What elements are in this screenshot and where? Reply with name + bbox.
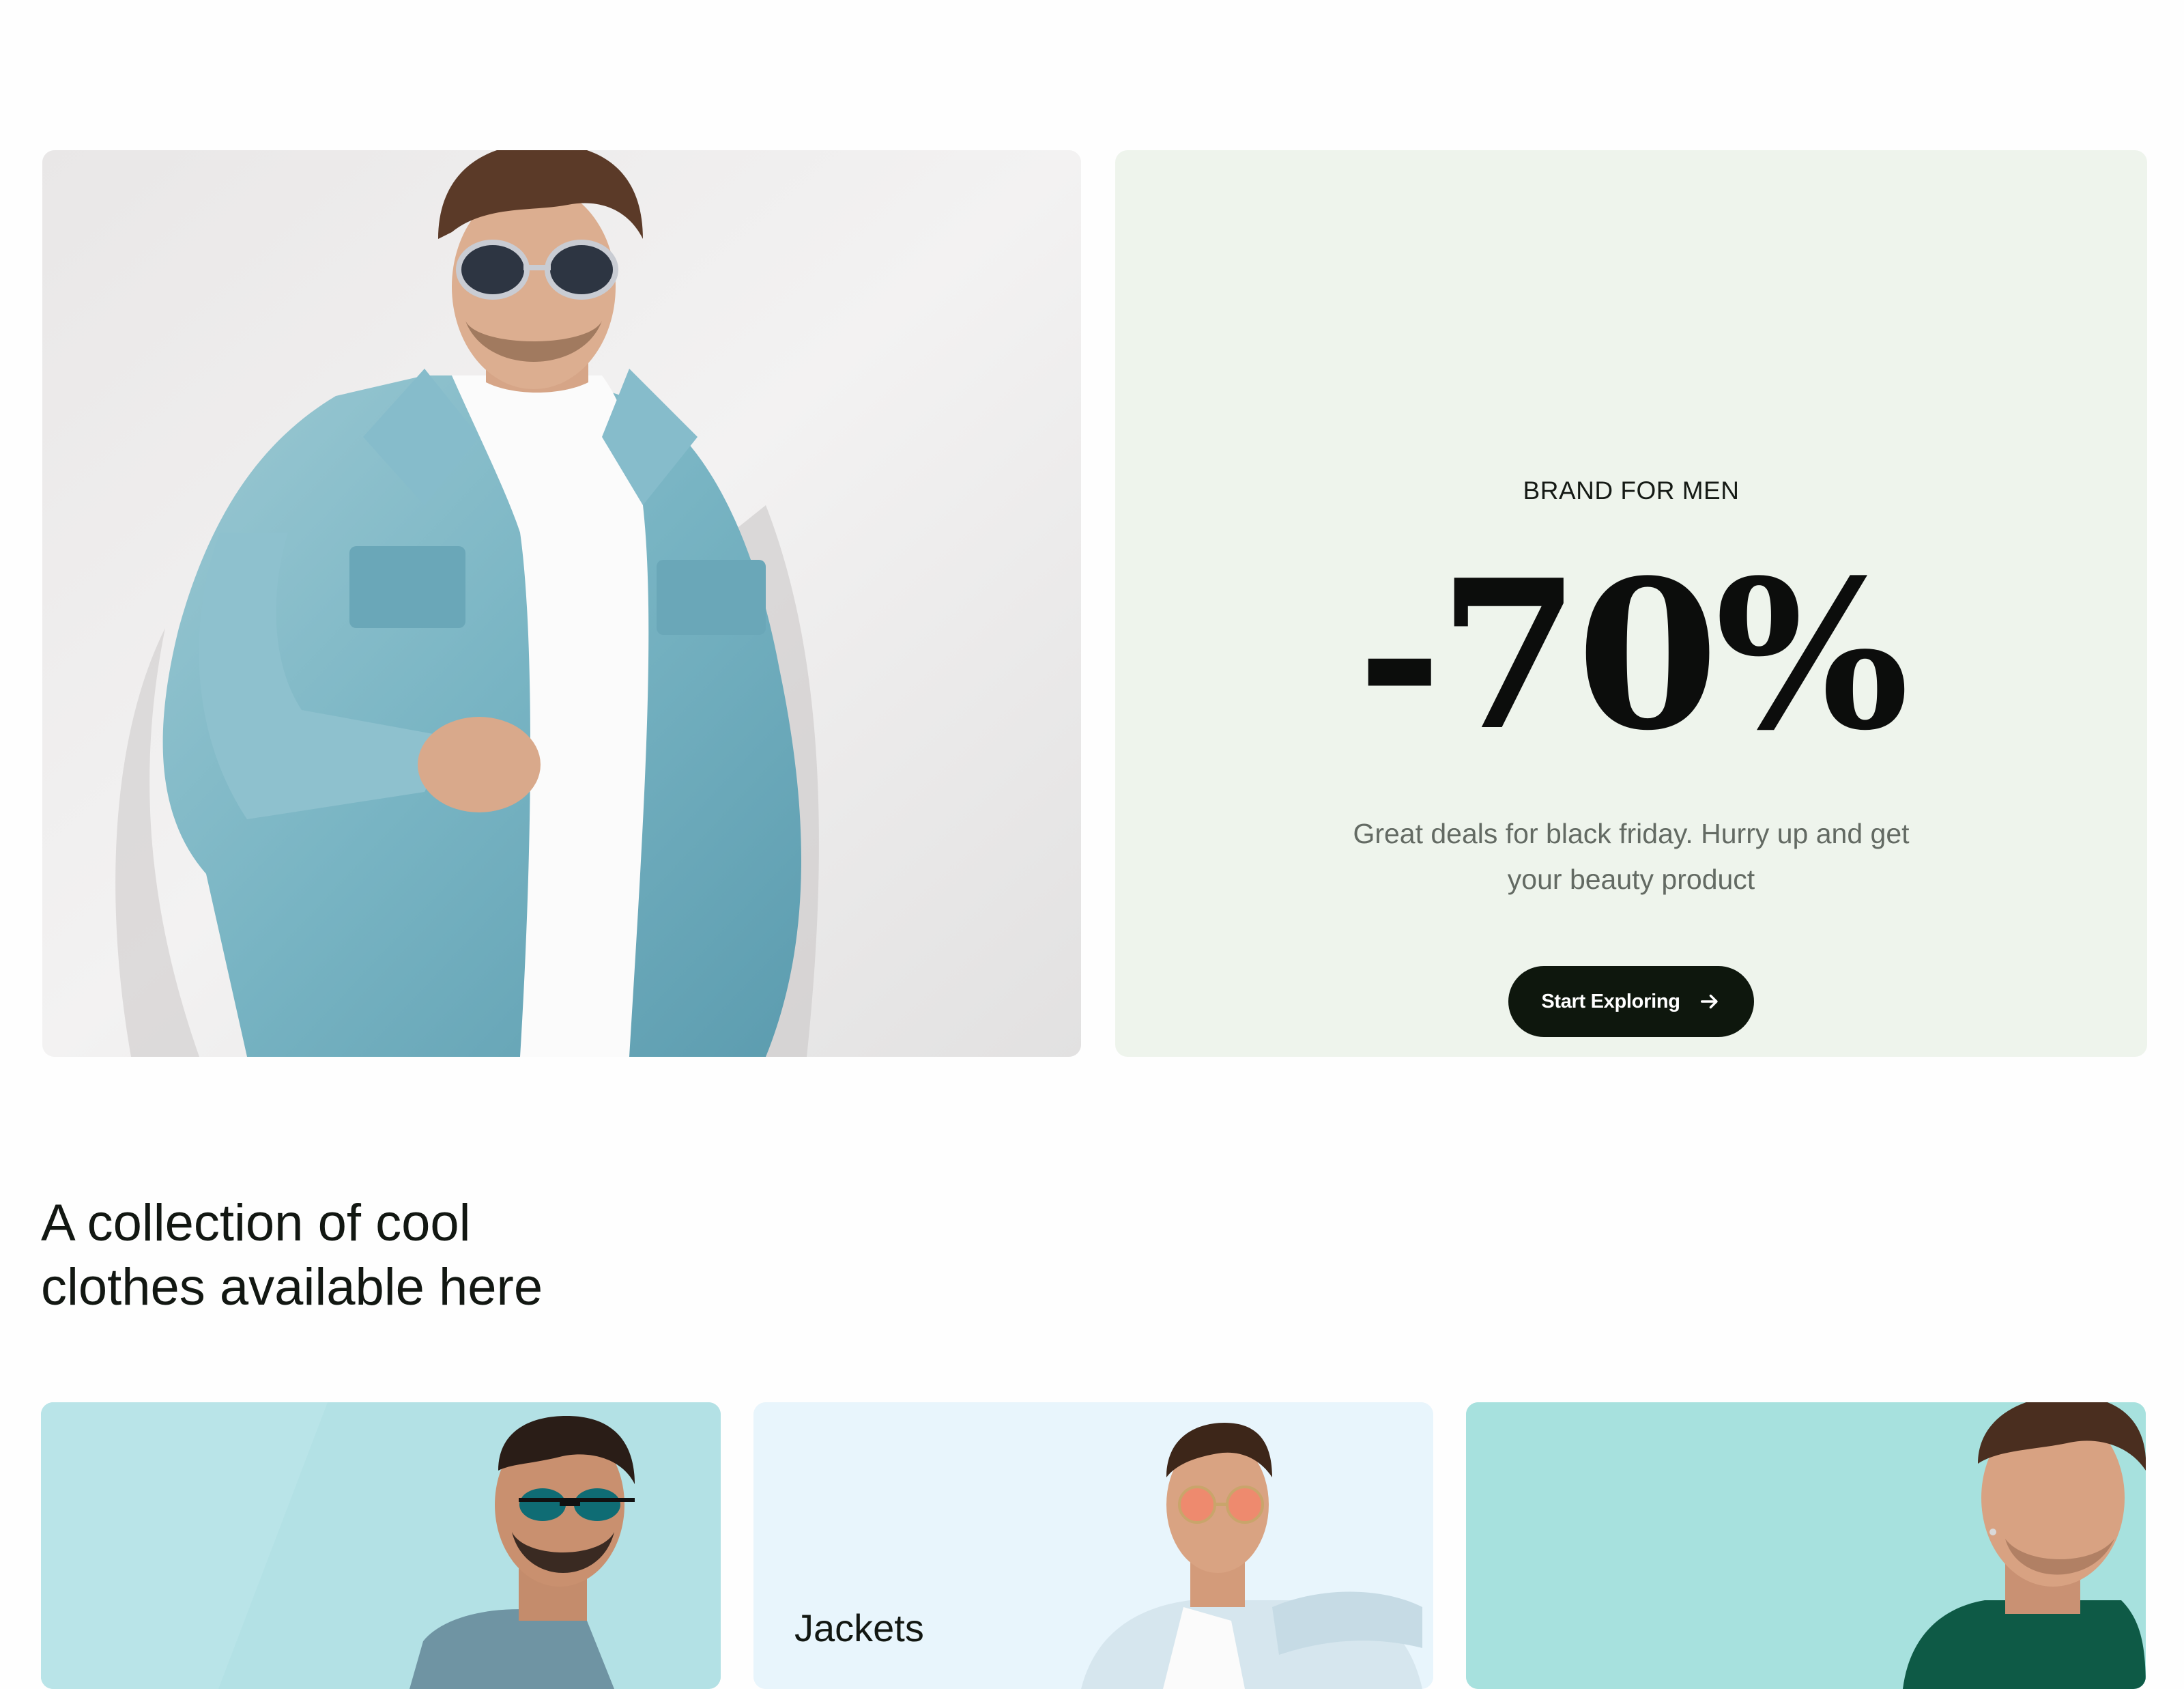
category-card-jackets[interactable]: Jackets (753, 1402, 1433, 1689)
start-exploring-button[interactable]: Start Exploring (1508, 966, 1754, 1037)
hero-image-card (42, 150, 1081, 1057)
promo-discount: -70% (1357, 535, 1909, 776)
collection-heading: A collection of cool clothes available h… (41, 1191, 655, 1320)
denim-jacket-model-photo (42, 150, 1081, 1057)
promo-description: Great deals for black friday. Hurry up a… (1353, 818, 1910, 895)
start-exploring-label: Start Exploring (1541, 990, 1680, 1012)
category-label-jackets: Jackets (794, 1606, 924, 1649)
collection-heading-line-2: clothes available here (41, 1258, 543, 1316)
arrow-right-icon (1700, 994, 1718, 1009)
category-card-1[interactable] (41, 1402, 721, 1689)
hoodie-model-photo (1466, 1402, 2146, 1689)
category-card-3[interactable] (1466, 1402, 2146, 1689)
promo-eyebrow: BRAND FOR MEN (1523, 477, 1740, 505)
collection-heading-line-1: A collection of cool (41, 1194, 471, 1252)
sunglasses-model-photo (41, 1402, 721, 1689)
promo-card: BRAND FOR MEN -70% Great deals for black… (1115, 150, 2147, 1057)
